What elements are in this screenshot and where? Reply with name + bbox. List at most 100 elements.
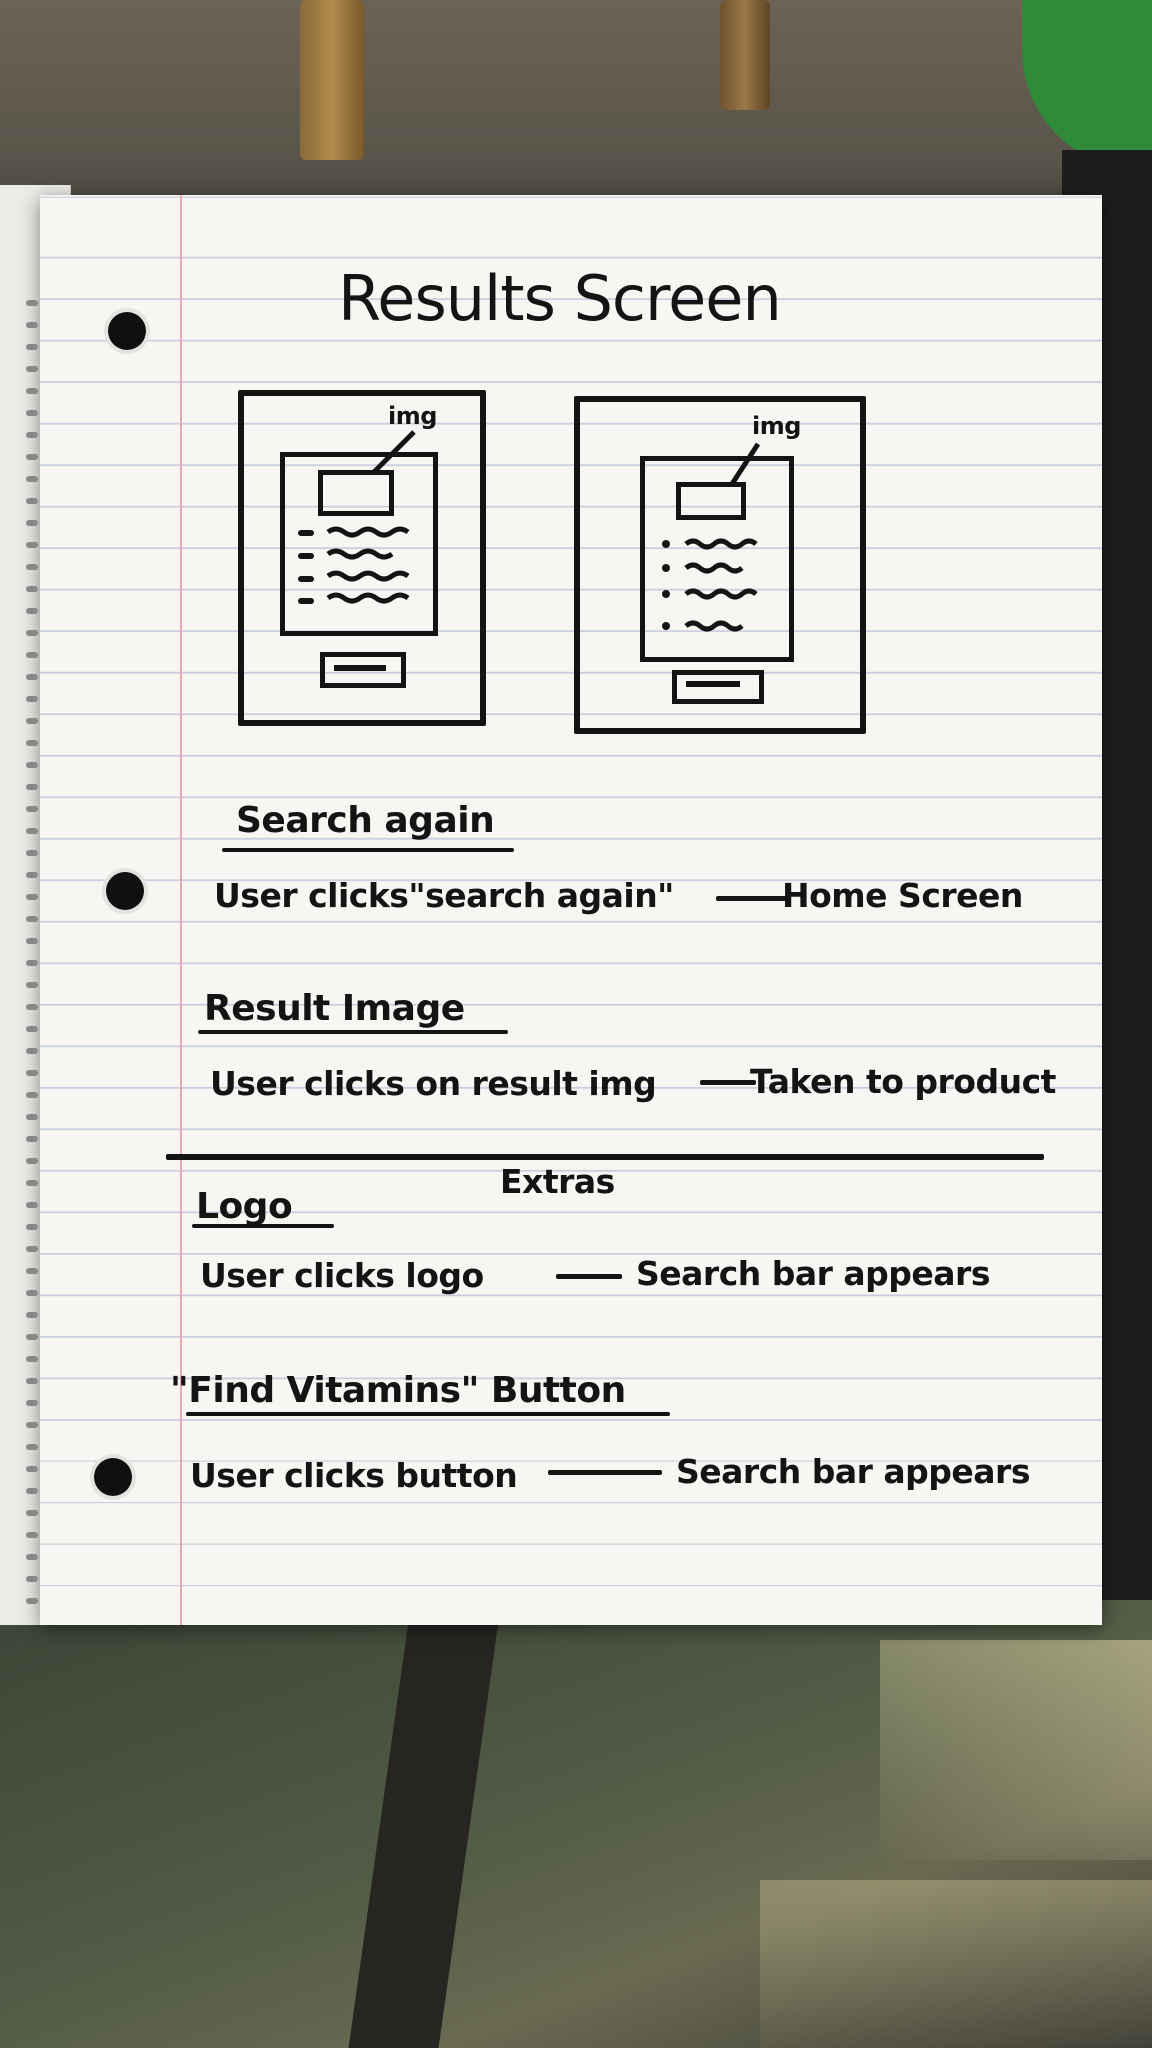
arrow-line: [716, 896, 790, 901]
list-bullet: [298, 576, 314, 582]
spiral-ring: [26, 1004, 38, 1010]
img-pointer-line: [729, 442, 761, 486]
spiral-ring: [26, 762, 38, 768]
spiral-ring: [26, 586, 38, 592]
note-line-logo: User clicks logo: [200, 1256, 484, 1295]
spiral-ring: [26, 608, 38, 614]
note-result-find-vitamins-button: Search bar appears: [676, 1452, 1030, 1491]
spiral-ring: [26, 1444, 38, 1450]
spiral-ring: [26, 1070, 38, 1076]
spiral-ring: [26, 564, 38, 570]
list-bullet: [298, 553, 314, 559]
spiral-ring: [26, 630, 38, 636]
spiral-ring: [26, 1092, 38, 1098]
note-line-result-image: User clicks on result img: [210, 1064, 657, 1103]
spiral-ring: [26, 1114, 38, 1120]
extras-label: Extras: [500, 1162, 615, 1201]
heading-underline: [192, 1224, 334, 1228]
spiral-ring: [26, 542, 38, 548]
img-label: img: [388, 402, 437, 430]
spiral-ring: [26, 916, 38, 922]
spiral-ring: [26, 432, 38, 438]
spiral-ring: [26, 1290, 38, 1296]
arrow-line: [556, 1274, 622, 1279]
spiral-ring: [26, 1246, 38, 1252]
spiral-ring: [26, 1532, 38, 1538]
spiral-ring: [26, 652, 38, 658]
spiral-ring: [26, 476, 38, 482]
heading-underline: [222, 848, 514, 852]
arrow-line: [548, 1470, 662, 1475]
chair-leg: [300, 0, 364, 160]
arrow-line: [700, 1080, 756, 1085]
section-heading-search-again: Search again: [236, 800, 495, 841]
button-fill: [334, 665, 386, 671]
light-glare: [880, 1640, 1152, 1860]
spiral-ring: [26, 1466, 38, 1472]
section-heading-find-vitamins-button: "Find Vitamins" Button: [170, 1370, 626, 1411]
img-label: img: [752, 412, 801, 440]
section-heading-logo: Logo: [196, 1186, 293, 1227]
text-squiggles: [326, 526, 410, 604]
spiral-ring: [26, 1268, 38, 1274]
spiral-ring: [26, 1422, 38, 1428]
button-placeholder: [672, 670, 764, 704]
spiral-ring: [26, 1598, 38, 1604]
spiral-ring: [26, 850, 38, 856]
list-bullet: [298, 598, 314, 604]
note-line-search-again: User clicks"search again": [214, 876, 674, 915]
list-bullet: [662, 590, 670, 598]
spiral-ring: [26, 410, 38, 416]
spiral-ring: [26, 1180, 38, 1186]
text-squiggles: [684, 538, 758, 632]
spiral-ring: [26, 1400, 38, 1406]
spiral-ring: [26, 344, 38, 350]
page-title: Results Screen: [338, 262, 782, 335]
list-bullet: [662, 540, 670, 548]
spiral-ring: [26, 300, 38, 306]
spiral-ring: [26, 1224, 38, 1230]
note-result-logo: Search bar appears: [636, 1254, 990, 1293]
button-fill: [686, 681, 740, 687]
spiral-ring: [26, 872, 38, 878]
spiral-ring: [26, 366, 38, 372]
spiral-ring: [26, 498, 38, 504]
list-bullet: [298, 530, 314, 536]
spiral-ring: [26, 806, 38, 812]
spiral-ring: [26, 1334, 38, 1340]
light-glare: [760, 1880, 1152, 2048]
section-heading-result-image: Result Image: [204, 988, 465, 1029]
spiral-ring: [26, 894, 38, 900]
heading-underline: [186, 1412, 670, 1416]
spiral-ring: [26, 1312, 38, 1318]
spiral-ring: [26, 1048, 38, 1054]
spiral-ring: [26, 740, 38, 746]
spiral-ring: [26, 828, 38, 834]
spiral-ring: [26, 718, 38, 724]
divider-line: [166, 1154, 1044, 1160]
spiral-ring: [26, 982, 38, 988]
spiral-ring: [26, 1378, 38, 1384]
spiral-ring: [26, 1158, 38, 1164]
spiral-ring: [26, 322, 38, 328]
spiral-ring: [26, 1202, 38, 1208]
punch-hole: [106, 872, 144, 910]
spiral-ring: [26, 1554, 38, 1560]
spiral-ring: [26, 938, 38, 944]
spiral-ring: [26, 960, 38, 966]
note-line-find-vitamins-button: User clicks button: [190, 1456, 518, 1495]
spiral-ring: [26, 454, 38, 460]
heading-underline: [198, 1030, 508, 1034]
list-bullet: [662, 564, 670, 572]
note-result-search-again: Home Screen: [782, 876, 1023, 915]
note-result-result-image: Taken to product: [750, 1062, 1056, 1101]
chair-leg: [720, 0, 770, 110]
punch-hole: [108, 312, 146, 350]
spiral-ring: [26, 1356, 38, 1362]
spiral-ring: [26, 1576, 38, 1582]
spiral-ring: [26, 674, 38, 680]
punch-hole: [94, 1458, 132, 1496]
spiral-ring: [26, 1488, 38, 1494]
spiral-ring: [26, 784, 38, 790]
spiral-ring: [26, 1136, 38, 1142]
